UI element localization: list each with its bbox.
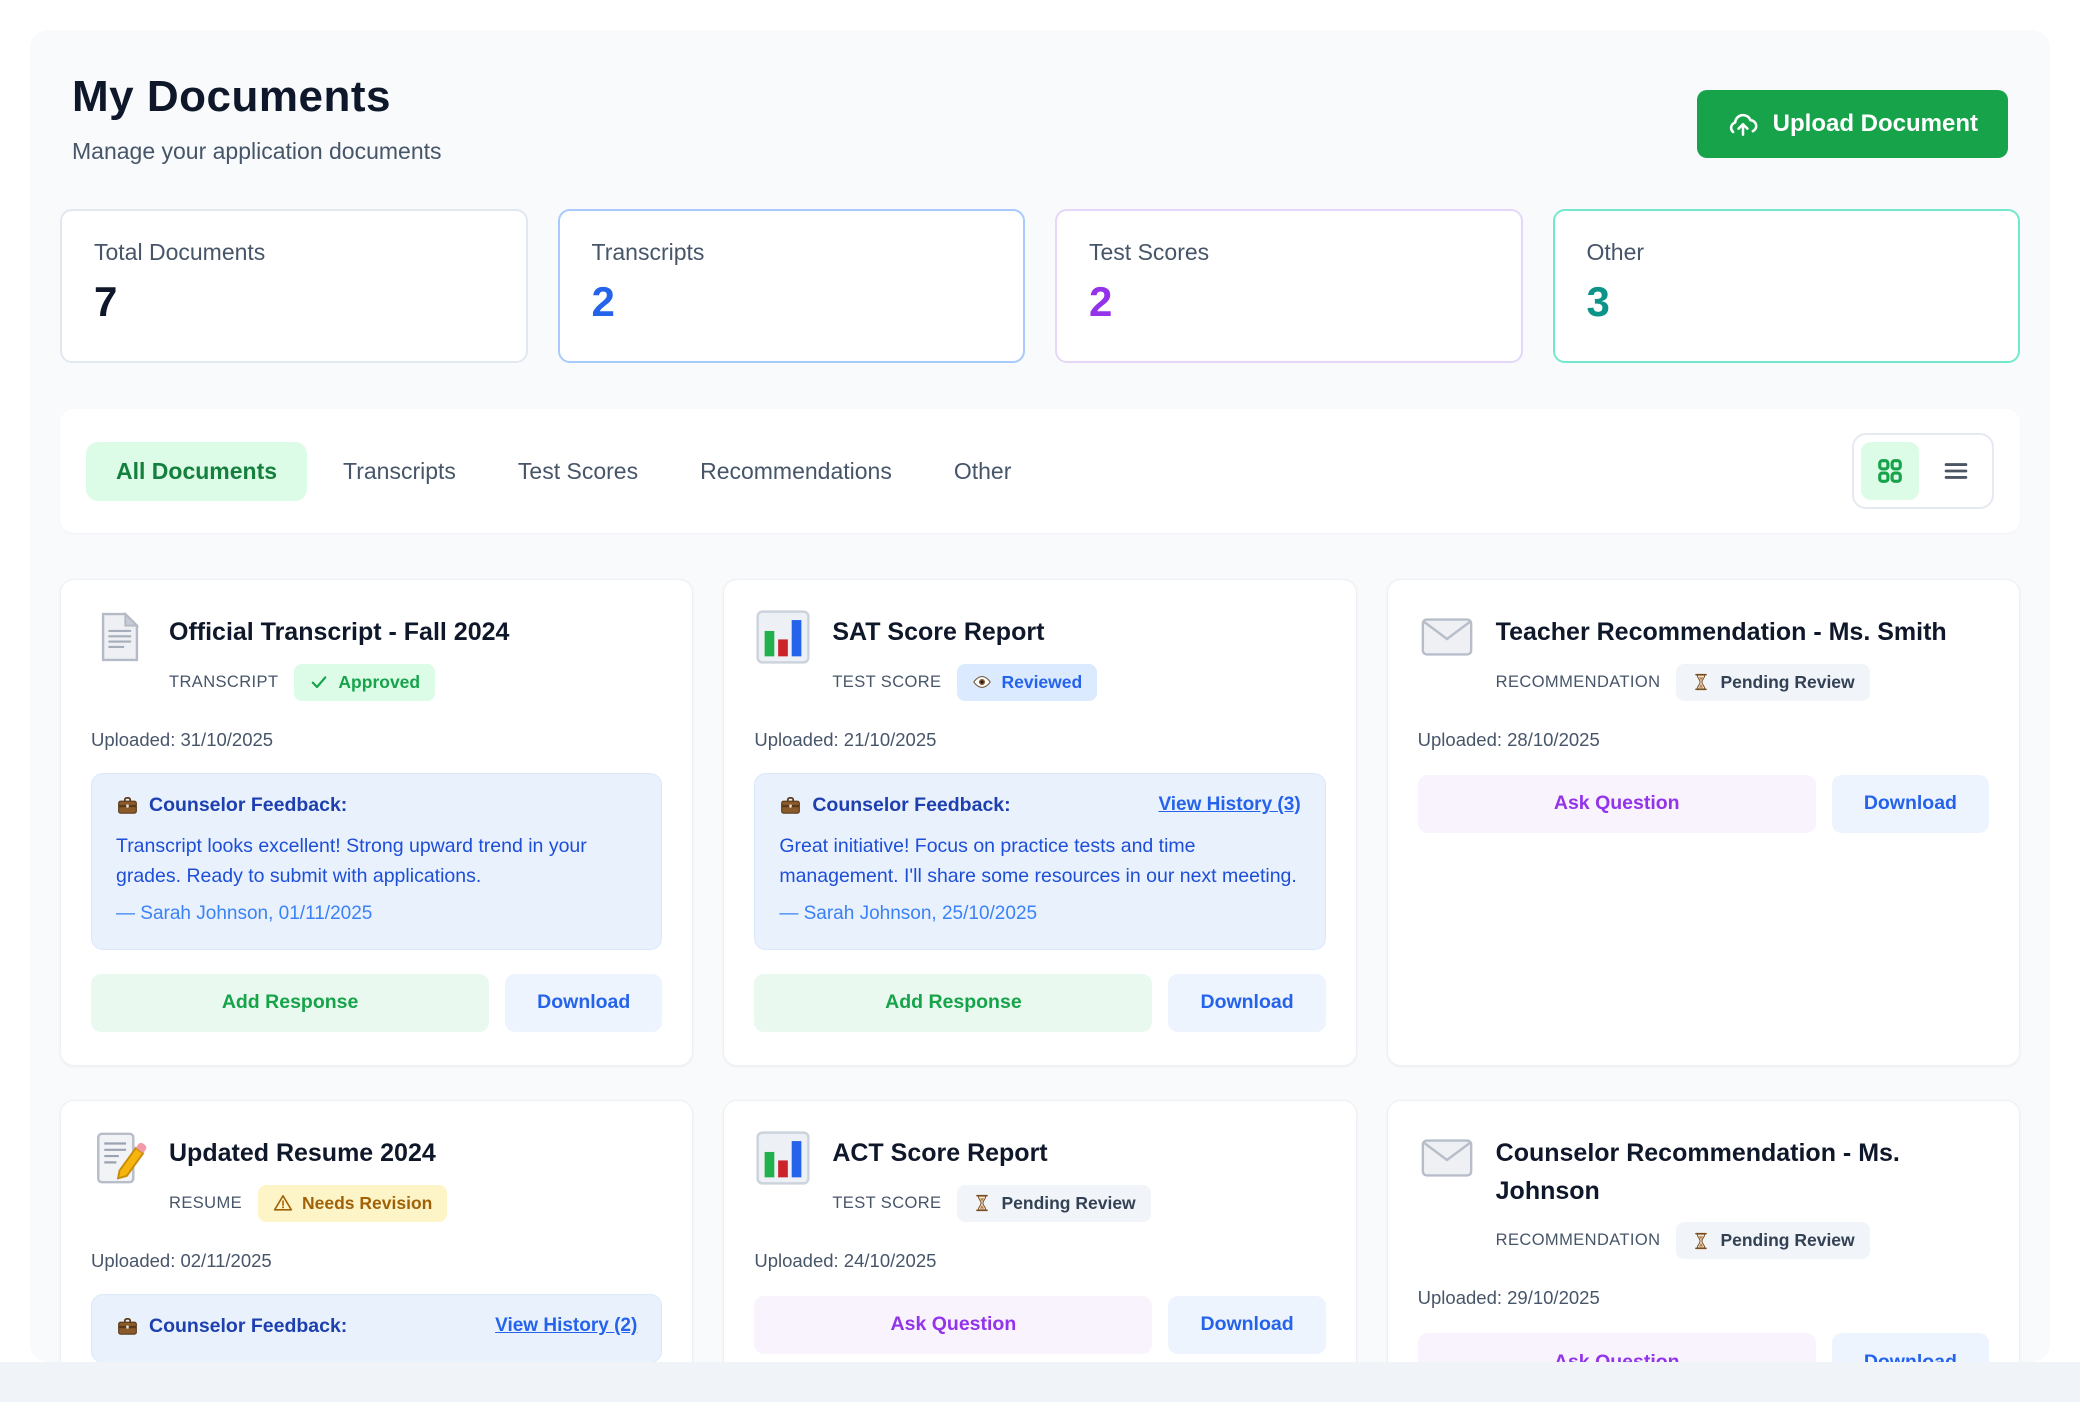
page-header-text: My Documents Manage your application doc… — [72, 72, 442, 165]
view-history-link[interactable]: View History (3) — [1158, 794, 1300, 816]
stat-card-transcripts[interactable]: Transcripts 2 — [558, 209, 1026, 363]
briefcase-icon — [779, 794, 802, 817]
page-title: My Documents — [72, 72, 442, 122]
document-title: Official Transcript - Fall 2024 — [169, 608, 509, 652]
stat-card-total[interactable]: Total Documents 7 — [60, 209, 528, 363]
envelope-icon — [1418, 608, 1476, 666]
counselor-feedback-box: Counselor Feedback: View History (3) Gre… — [754, 773, 1325, 950]
feedback-title: Counselor Feedback: — [779, 794, 1010, 817]
feedback-attribution: — Sarah Johnson, 01/11/2025 — [116, 903, 637, 925]
document-card: ACT Score Report TEST SCORE Pending Revi… — [723, 1100, 1356, 1362]
filter-tabbar: All Documents Transcripts Test Scores Re… — [60, 409, 2020, 533]
documents-panel: My Documents Manage your application doc… — [30, 30, 2050, 1362]
list-icon — [1942, 457, 1970, 485]
cloud-upload-icon — [1727, 108, 1759, 140]
stats-row: Total Documents 7 Transcripts 2 Test Sco… — [60, 209, 2020, 363]
memo-icon — [91, 1129, 149, 1187]
document-title: SAT Score Report — [832, 608, 1097, 652]
list-view-button[interactable] — [1927, 442, 1985, 500]
status-badge: Pending Review — [1676, 1222, 1869, 1259]
feedback-title: Counselor Feedback: — [116, 1315, 347, 1338]
ask-question-button[interactable]: Ask Question — [1418, 775, 1816, 833]
page-header: My Documents Manage your application doc… — [60, 72, 2020, 165]
bar-chart-icon — [754, 1129, 812, 1187]
uploaded-date: Uploaded: 31/10/2025 — [91, 729, 662, 751]
hourglass-icon — [1691, 1231, 1711, 1251]
document-card: Counselor Recommendation - Ms. Johnson R… — [1387, 1100, 2020, 1362]
status-badge: Pending Review — [1676, 664, 1869, 701]
ask-question-button[interactable]: Ask Question — [1418, 1333, 1816, 1362]
document-card: SAT Score Report TEST SCORE Reviewed Upl… — [723, 579, 1356, 1066]
download-button[interactable]: Download — [1832, 1333, 1989, 1362]
stat-card-test-scores[interactable]: Test Scores 2 — [1055, 209, 1523, 363]
envelope-icon — [1418, 1129, 1476, 1187]
bar-chart-icon — [754, 608, 812, 666]
feedback-text: Great initiative! Focus on practice test… — [779, 831, 1300, 891]
uploaded-date: Uploaded: 24/10/2025 — [754, 1250, 1325, 1272]
document-type: TEST SCORE — [832, 1194, 941, 1213]
document-type: RECOMMENDATION — [1496, 673, 1661, 692]
grid-icon — [1876, 457, 1904, 485]
tab-test-scores[interactable]: Test Scores — [492, 442, 664, 501]
document-title: Counselor Recommendation - Ms. Johnson — [1496, 1129, 1989, 1210]
document-title: ACT Score Report — [832, 1129, 1150, 1173]
counselor-feedback-box: Counselor Feedback: Transcript looks exc… — [91, 773, 662, 950]
add-response-button[interactable]: Add Response — [91, 974, 489, 1032]
status-badge: Approved — [294, 664, 435, 701]
document-type: TEST SCORE — [832, 673, 941, 692]
download-button[interactable]: Download — [1832, 775, 1989, 833]
check-icon — [309, 672, 329, 692]
download-button[interactable]: Download — [505, 974, 662, 1032]
document-title: Updated Resume 2024 — [169, 1129, 447, 1173]
briefcase-icon — [116, 1315, 139, 1338]
grid-view-button[interactable] — [1861, 442, 1919, 500]
hourglass-icon — [1691, 672, 1711, 692]
documents-grid: Official Transcript - Fall 2024 TRANSCRI… — [60, 579, 2020, 1362]
page-subtitle: Manage your application documents — [72, 138, 442, 165]
upload-document-button[interactable]: Upload Document — [1697, 90, 2008, 158]
status-badge: Needs Revision — [258, 1185, 447, 1222]
document-card: Teacher Recommendation - Ms. Smith RECOM… — [1387, 579, 2020, 1066]
stat-card-other[interactable]: Other 3 — [1553, 209, 2021, 363]
ask-question-button[interactable]: Ask Question — [754, 1296, 1152, 1354]
feedback-title: Counselor Feedback: — [116, 794, 347, 817]
document-card: Official Transcript - Fall 2024 TRANSCRI… — [60, 579, 693, 1066]
download-button[interactable]: Download — [1168, 1296, 1325, 1354]
add-response-button[interactable]: Add Response — [754, 974, 1152, 1032]
document-type: TRANSCRIPT — [169, 673, 278, 692]
briefcase-icon — [116, 794, 139, 817]
eye-icon — [972, 672, 992, 692]
tab-recommendations[interactable]: Recommendations — [674, 442, 918, 501]
page-bottom-strip — [0, 1362, 2080, 1402]
document-card: Updated Resume 2024 RESUME Needs Revisio… — [60, 1100, 693, 1362]
download-button[interactable]: Download — [1168, 974, 1325, 1032]
status-badge: Pending Review — [957, 1185, 1150, 1222]
feedback-text: Transcript looks excellent! Strong upwar… — [116, 831, 637, 891]
counselor-feedback-box: Counselor Feedback: View History (2) — [91, 1294, 662, 1363]
document-type: RESUME — [169, 1194, 242, 1213]
view-toggle — [1852, 433, 1994, 509]
uploaded-date: Uploaded: 21/10/2025 — [754, 729, 1325, 751]
view-history-link[interactable]: View History (2) — [495, 1315, 637, 1337]
document-icon — [91, 608, 149, 666]
tab-transcripts[interactable]: Transcripts — [317, 442, 482, 501]
uploaded-date: Uploaded: 28/10/2025 — [1418, 729, 1989, 751]
uploaded-date: Uploaded: 29/10/2025 — [1418, 1287, 1989, 1309]
tab-all-documents[interactable]: All Documents — [86, 442, 307, 501]
tab-other[interactable]: Other — [928, 442, 1038, 501]
status-badge: Reviewed — [957, 664, 1097, 701]
document-type: RECOMMENDATION — [1496, 1231, 1661, 1250]
document-title: Teacher Recommendation - Ms. Smith — [1496, 608, 1947, 652]
warning-icon — [273, 1193, 293, 1213]
uploaded-date: Uploaded: 02/11/2025 — [91, 1250, 662, 1272]
hourglass-icon — [972, 1193, 992, 1213]
feedback-attribution: — Sarah Johnson, 25/10/2025 — [779, 903, 1300, 925]
